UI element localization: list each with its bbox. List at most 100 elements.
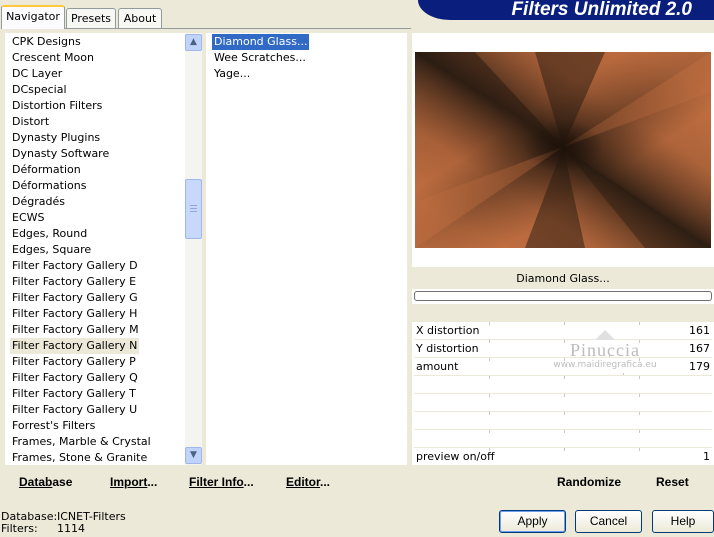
watermark-name: Pinuccia — [570, 340, 640, 360]
slider-tick — [489, 376, 490, 379]
category-item[interactable]: Distort — [5, 114, 185, 130]
category-item[interactable]: Frames, Stone & Granite — [5, 450, 185, 465]
filter-item-label: Diamond Glass... — [210, 33, 311, 51]
slider-tick — [489, 322, 490, 325]
category-item-label: Distortion Filters — [12, 99, 103, 112]
category-item[interactable]: Déformations — [5, 178, 185, 194]
params-top-gap — [412, 304, 714, 322]
tab-about[interactable]: About — [118, 8, 162, 28]
category-item[interactable]: Filter Factory Gallery T — [5, 386, 185, 402]
arrow-down-icon: ▼ — [190, 450, 197, 460]
param-label: amount — [416, 360, 459, 373]
editor-button[interactable]: Editor... — [286, 472, 330, 492]
category-item-label: Déformations — [12, 179, 87, 192]
category-item[interactable]: DC Layer — [5, 66, 185, 82]
category-item-label: Filter Factory Gallery H — [12, 307, 138, 320]
category-item[interactable]: Dégradés — [5, 194, 185, 210]
category-item-label: Filter Factory Gallery M — [12, 323, 139, 336]
category-item[interactable]: Edges, Round — [5, 226, 185, 242]
category-scrollbar[interactable]: ▲ ▼ — [185, 33, 202, 465]
param-label: X distortion — [416, 324, 480, 337]
banner-title: Filters Unlimited 2.0 — [511, 0, 692, 20]
category-item[interactable]: Filter Factory Gallery U — [5, 402, 185, 418]
slider-tick — [489, 430, 490, 433]
category-item[interactable]: Filter Factory Gallery D — [5, 258, 185, 274]
category-item-label: DCspecial — [12, 83, 67, 96]
category-item[interactable]: Filter Factory Gallery M — [5, 322, 185, 338]
import-button[interactable]: Import... — [110, 472, 157, 492]
tab-presets[interactable]: Presets — [66, 8, 116, 28]
category-item-label: CPK Designs — [12, 35, 81, 48]
slider-tick — [639, 448, 640, 451]
category-item-label: Filter Factory Gallery P — [12, 355, 136, 368]
category-list[interactable]: CPK Designs Crescent Moon DC Layer DCspecia… — [5, 33, 185, 465]
filter-item-label: Wee Scratches... — [214, 51, 306, 64]
slider-tick — [639, 430, 640, 433]
category-item[interactable]: Dynasty Plugins — [5, 130, 185, 146]
randomize-button[interactable]: Randomize — [557, 472, 621, 492]
category-item[interactable]: Filter Factory Gallery P — [5, 354, 185, 370]
status-filters-label: Filters: — [1, 522, 38, 535]
category-item[interactable]: Filter Factory Gallery E — [5, 274, 185, 290]
category-item-label: Dégradés — [12, 195, 65, 208]
database-button[interactable]: Database — [19, 472, 72, 492]
param-row-empty[interactable] — [414, 376, 712, 394]
category-item-label: Filter Factory Gallery Q — [12, 371, 138, 384]
watermark-url: www.maidiregrafica.eu — [553, 360, 657, 370]
reset-button[interactable]: Reset — [656, 472, 689, 492]
category-item[interactable]: Déformation — [5, 162, 185, 178]
category-item[interactable]: Edges, Square — [5, 242, 185, 258]
category-item-label: Filter Factory Gallery E — [12, 275, 137, 288]
apply-button[interactable]: Apply — [499, 510, 566, 533]
slider-tick — [489, 358, 490, 361]
tab-navigator[interactable]: Navigator — [1, 5, 65, 29]
cancel-button[interactable]: Cancel — [575, 510, 642, 533]
filter-item[interactable]: Diamond Glass... — [210, 33, 407, 51]
category-item[interactable]: Crescent Moon — [5, 50, 185, 66]
slider-tick — [564, 412, 565, 415]
category-item[interactable]: Filter Factory Gallery N — [5, 338, 185, 354]
category-item[interactable]: ECWS — [5, 210, 185, 226]
filter-item[interactable]: Yage... — [214, 66, 407, 82]
help-button[interactable]: Help — [652, 510, 714, 533]
category-item-label: ECWS — [12, 211, 45, 224]
slider-tick — [639, 394, 640, 397]
category-item[interactable]: CPK Designs — [5, 34, 185, 50]
param-row[interactable]: preview on/off 1 — [414, 448, 712, 466]
param-row-empty[interactable] — [414, 394, 712, 412]
category-item-label: Filter Factory Gallery T — [12, 387, 136, 400]
category-item-label: DC Layer — [12, 67, 63, 80]
category-item[interactable]: Distortion Filters — [5, 98, 185, 114]
category-item[interactable]: Filter Factory Gallery H — [5, 306, 185, 322]
category-item-label: Frames, Marble & Crystal — [12, 435, 151, 448]
slider-tick — [639, 412, 640, 415]
slider-tick — [564, 394, 565, 397]
slider-tick — [564, 376, 565, 379]
scroll-up-button[interactable]: ▲ — [185, 34, 202, 51]
scroll-down-button[interactable]: ▼ — [185, 447, 202, 464]
category-item[interactable]: Frames, Marble & Crystal — [5, 434, 185, 450]
app-banner: Filters Unlimited 2.0 — [418, 0, 714, 20]
category-item[interactable]: Filter Factory Gallery G — [5, 290, 185, 306]
logo-mark-icon — [595, 330, 615, 340]
filter-item-label: Yage... — [214, 67, 251, 80]
slider-tick — [489, 394, 490, 397]
param-value: 167 — [689, 342, 710, 355]
filter-list[interactable]: Diamond Glass... Wee Scratches... Yage... — [206, 33, 407, 465]
param-label: Y distortion — [416, 342, 479, 355]
category-item-label: Dynasty Software — [12, 147, 110, 160]
category-item-label: Forrest's Filters — [12, 419, 96, 432]
slider-tick — [489, 340, 490, 343]
param-row-empty[interactable] — [414, 412, 712, 430]
param-row-empty[interactable] — [414, 430, 712, 448]
category-item[interactable]: Dynasty Software — [5, 146, 185, 162]
filter-info-button[interactable]: Filter Info... — [189, 472, 254, 492]
category-item[interactable]: Forrest's Filters — [5, 418, 185, 434]
watermark: Pinuccia www.maidiregrafica.eu — [540, 330, 670, 371]
param-level-marker — [623, 373, 624, 375]
category-item[interactable]: Filter Factory Gallery Q — [5, 370, 185, 386]
filter-item[interactable]: Wee Scratches... — [214, 50, 407, 66]
scroll-thumb[interactable] — [185, 179, 202, 239]
preview-image — [415, 52, 711, 248]
category-item[interactable]: DCspecial — [5, 82, 185, 98]
